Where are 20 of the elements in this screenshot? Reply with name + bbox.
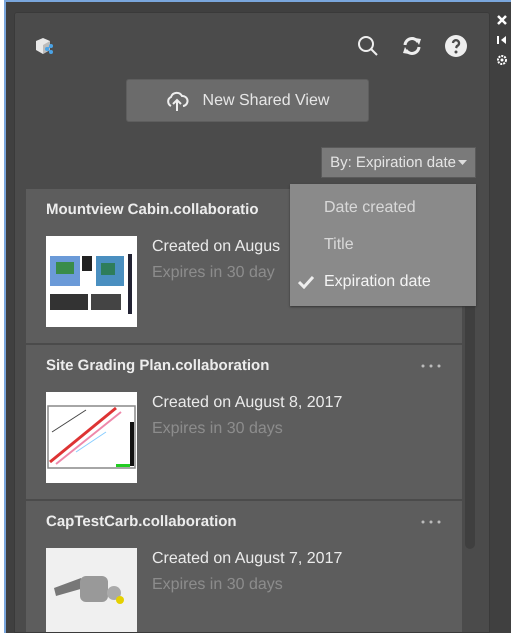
caret-icon [458, 160, 467, 165]
created-date: Created on August 8, 2017 [152, 394, 342, 412]
created-date: Created on Augus [152, 238, 280, 256]
cloud-upload-icon [164, 90, 189, 112]
help-icon[interactable] [445, 35, 467, 57]
more-icon[interactable] [420, 518, 442, 524]
view-title: CapTestCarb.collaboration [46, 513, 237, 530]
collapse-icon[interactable] [496, 34, 508, 46]
cube-share-icon [33, 35, 55, 57]
sort-dropdown[interactable]: By: Expiration date [321, 147, 476, 178]
more-icon[interactable] [420, 362, 442, 368]
view-title: Mountview Cabin.collaboratio [46, 201, 259, 218]
view-title: Site Grading Plan.collaboration [46, 357, 270, 374]
created-date: Created on August 7, 2017 [152, 550, 342, 568]
new-shared-view-button[interactable]: New Shared View [126, 79, 368, 122]
checkmark-icon [298, 274, 314, 288]
search-icon[interactable] [357, 35, 379, 57]
close-icon[interactable] [496, 14, 508, 26]
refresh-icon[interactable] [401, 35, 423, 57]
gear-icon[interactable] [496, 54, 508, 66]
